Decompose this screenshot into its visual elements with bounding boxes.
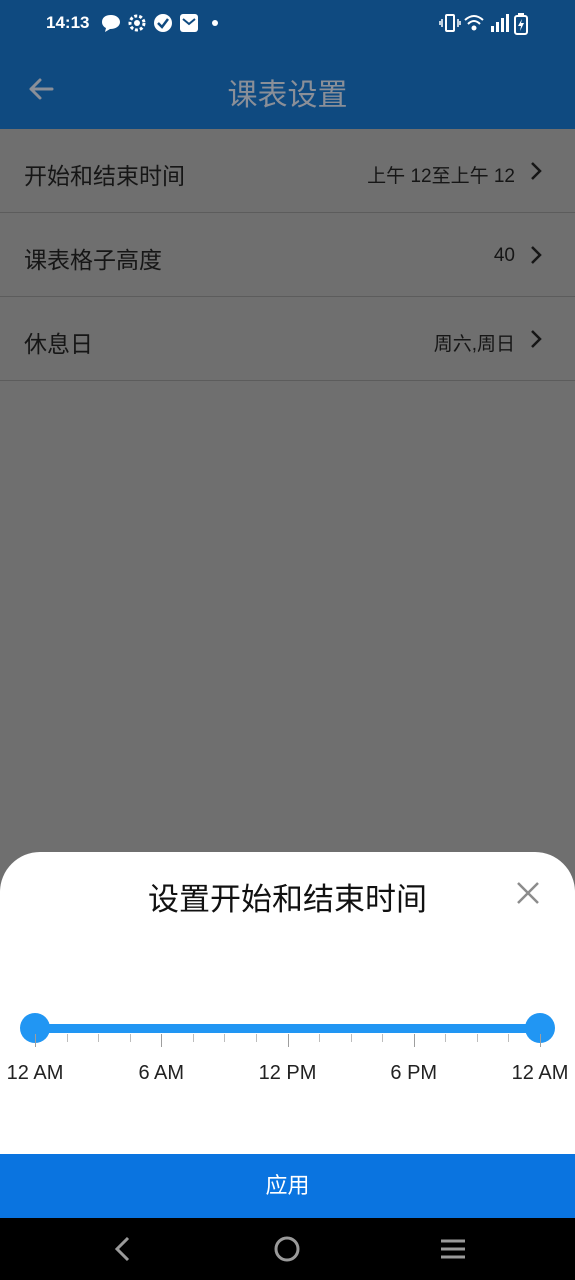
close-icon[interactable] xyxy=(515,880,541,906)
settings-item-value: 上午 12至上午 12 xyxy=(367,166,515,187)
app-bar: 课表设置 xyxy=(0,48,575,129)
back-triangle-icon[interactable] xyxy=(110,1235,134,1263)
settings-item-value: 周六,周日 xyxy=(433,334,515,355)
home-circle-icon[interactable] xyxy=(273,1235,301,1263)
slider-minor-tick xyxy=(350,1034,352,1042)
slider-minor-tick xyxy=(255,1034,257,1042)
slider-minor-tick xyxy=(382,1034,384,1042)
slider-major-tick xyxy=(413,1034,415,1047)
slider-minor-tick xyxy=(508,1034,510,1042)
slider-minor-tick xyxy=(476,1034,478,1042)
chevron-right-icon xyxy=(531,246,542,264)
slider-minor-tick xyxy=(129,1034,131,1042)
slider-tick-label: 12 PM xyxy=(258,1062,317,1084)
slider-minor-tick xyxy=(192,1034,194,1042)
mail-icon xyxy=(180,14,198,32)
page-title: 课表设置 xyxy=(227,78,348,113)
chevron-right-icon xyxy=(531,330,542,348)
system-nav-bar xyxy=(0,1218,575,1280)
dot-icon xyxy=(212,20,218,26)
menu-lines-icon[interactable] xyxy=(439,1235,467,1263)
slider-major-tick xyxy=(287,1034,289,1047)
wifi-icon xyxy=(464,15,484,31)
time-range-bottom-sheet: 设置开始和结束时间 12 AM 6 AM 12 PM 6 PM 12 AM 应用 xyxy=(0,852,575,1218)
settings-item-rest-days[interactable]: 休息日 周六,周日 xyxy=(0,297,575,381)
status-bar: 14:13 xyxy=(0,0,575,48)
status-time: 14:13 xyxy=(46,13,90,32)
settings-item-label: 开始和结束时间 xyxy=(24,164,185,190)
slider-tick-label: 6 PM xyxy=(390,1062,438,1084)
slider-track[interactable] xyxy=(35,1024,540,1033)
slider-minor-tick xyxy=(224,1034,226,1042)
slider-major-tick xyxy=(161,1034,163,1047)
slider-minor-tick xyxy=(445,1034,447,1042)
slider-major-tick xyxy=(540,1034,541,1047)
slider-minor-tick xyxy=(66,1034,68,1042)
slider-tick-label: 6 AM xyxy=(138,1062,185,1084)
settings-item-cell-height[interactable]: 课表格子高度 40 xyxy=(0,213,575,297)
slider-tick-label: 12 AM xyxy=(511,1062,569,1084)
vibrate-icon xyxy=(439,14,461,32)
signal-icon xyxy=(491,14,509,32)
slider-tick-label: 12 AM xyxy=(6,1062,64,1084)
chat-bubble-icon xyxy=(102,15,120,32)
sheet-title: 设置开始和结束时间 xyxy=(148,882,427,918)
time-range-slider[interactable]: 12 AM 6 AM 12 PM 6 PM 12 AM xyxy=(7,1013,568,1084)
chevron-right-icon xyxy=(531,162,542,180)
slider-minor-tick xyxy=(319,1034,321,1042)
settings-item-label: 课表格子高度 xyxy=(24,248,162,274)
settings-list: 开始和结束时间 上午 12至上午 12 课表格子高度 40 休息日 周六,周日 xyxy=(0,129,575,381)
battery-charging-icon xyxy=(514,13,528,35)
settings-item-value: 40 xyxy=(493,245,515,266)
slider-minor-tick xyxy=(98,1034,100,1042)
check-circle-icon xyxy=(154,14,172,32)
settings-item-time-range[interactable]: 开始和结束时间 上午 12至上午 12 xyxy=(0,129,575,213)
apply-button[interactable]: 应用 xyxy=(0,1154,575,1218)
settings-item-label: 休息日 xyxy=(24,332,93,358)
slider-major-tick xyxy=(35,1034,36,1047)
gear-icon xyxy=(128,14,146,32)
